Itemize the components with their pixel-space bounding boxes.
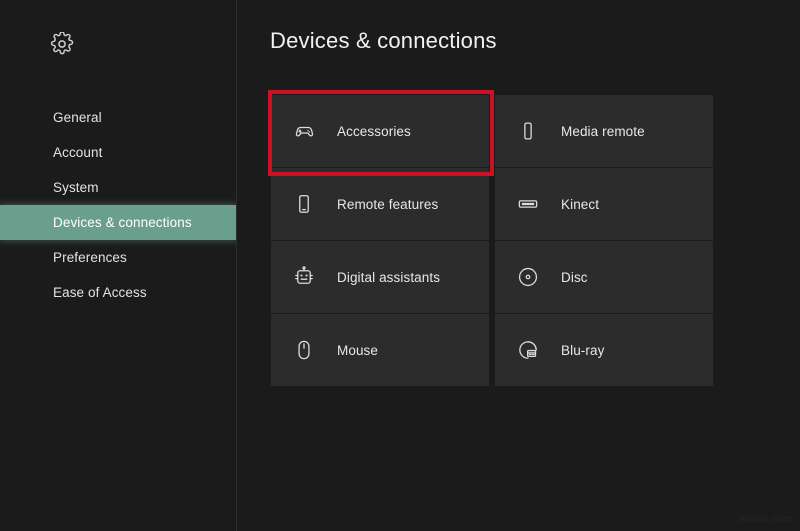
disc-icon [517, 266, 539, 288]
tile-label: Remote features [337, 197, 438, 212]
tile-blu-ray[interactable]: Blu-ray [495, 314, 713, 386]
tile-label: Media remote [561, 124, 645, 139]
tile-label: Digital assistants [337, 270, 440, 285]
sidebar-item-label: System [53, 180, 99, 195]
tile-digital-assistants[interactable]: Digital assistants [271, 241, 489, 313]
gamepad-icon [293, 120, 315, 142]
tile-label: Accessories [337, 124, 411, 139]
xbox-settings-screen: General Account System Devices & connect… [0, 0, 800, 531]
sidebar-item-system[interactable]: System [0, 170, 237, 205]
tile-remote-features[interactable]: Remote features [271, 168, 489, 240]
sidebar-item-label: Preferences [53, 250, 127, 265]
tile-media-remote[interactable]: Media remote [495, 95, 713, 167]
sidebar-item-preferences[interactable]: Preferences [0, 240, 237, 275]
sidebar-item-ease-of-access[interactable]: Ease of Access [0, 275, 237, 310]
bluray-disc-icon [517, 339, 539, 361]
remote-icon [517, 120, 539, 142]
sidebar-item-devices-and-connections[interactable]: Devices & connections [0, 205, 237, 240]
tile-mouse[interactable]: Mouse [271, 314, 489, 386]
phone-icon [293, 193, 315, 215]
sensor-bar-icon [517, 193, 539, 215]
page-title: Devices & connections [270, 28, 497, 54]
tile-label: Kinect [561, 197, 599, 212]
tile-label: Disc [561, 270, 588, 285]
tile-label: Mouse [337, 343, 378, 358]
mouse-icon [293, 339, 315, 361]
content-area: Devices & connections Accessories [237, 0, 800, 531]
tile-label: Blu-ray [561, 343, 604, 358]
tile-disc[interactable]: Disc [495, 241, 713, 313]
device-tile-grid: Accessories Media remote [271, 95, 713, 386]
robot-icon [293, 266, 315, 288]
sidebar-item-general[interactable]: General [0, 100, 237, 135]
watermark: wsxdn.com [739, 514, 792, 525]
gear-icon[interactable] [49, 31, 75, 57]
sidebar-item-account[interactable]: Account [0, 135, 237, 170]
settings-nav: General Account System Devices & connect… [0, 100, 237, 310]
sidebar-item-label: General [53, 110, 102, 125]
settings-sidebar: General Account System Devices & connect… [0, 0, 237, 531]
sidebar-item-label: Account [53, 145, 102, 160]
sidebar-item-label: Devices & connections [53, 215, 192, 230]
tile-accessories[interactable]: Accessories [271, 95, 489, 167]
sidebar-item-label: Ease of Access [53, 285, 147, 300]
tile-kinect[interactable]: Kinect [495, 168, 713, 240]
